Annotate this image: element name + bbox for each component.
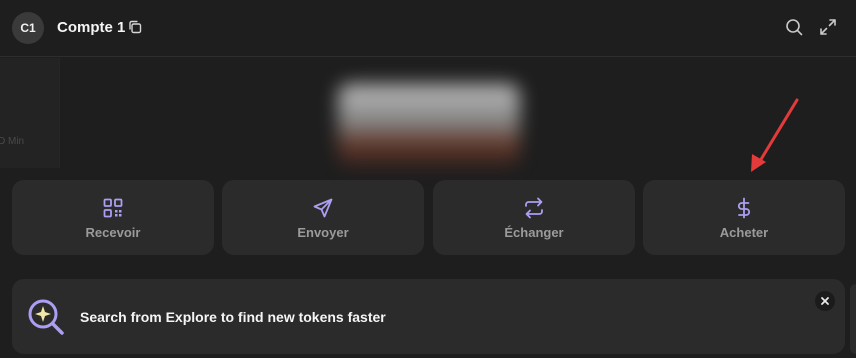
search-icon[interactable]	[785, 18, 803, 36]
buy-label: Acheter	[719, 225, 769, 240]
next-card-edge	[850, 284, 856, 354]
explore-search-icon	[28, 299, 64, 335]
send-label: Envoyer	[297, 225, 349, 240]
side-panel-label: D Min	[0, 136, 25, 147]
header: C1 Compte 1	[0, 0, 856, 57]
side-panel	[0, 58, 60, 168]
account-name[interactable]: Compte 1	[57, 19, 125, 36]
qr-code-icon	[103, 198, 123, 218]
avatar[interactable]: C1	[12, 12, 44, 44]
close-icon	[821, 297, 829, 305]
receive-label: Recevoir	[85, 225, 141, 240]
receive-button[interactable]: Recevoir	[12, 180, 214, 255]
action-bar: Recevoir Envoyer Échanger Acheter	[12, 180, 846, 255]
dollar-icon	[737, 197, 751, 219]
banner-text: Search from Explore to find new tokens f…	[80, 309, 386, 325]
explore-banner[interactable]: Search from Explore to find new tokens f…	[12, 279, 845, 354]
swap-button[interactable]: Échanger	[433, 180, 635, 255]
send-button[interactable]: Envoyer	[222, 180, 424, 255]
swap-icon	[525, 197, 543, 219]
close-banner-button[interactable]	[815, 291, 835, 311]
balance-display-blurred	[338, 84, 520, 166]
swap-label: Échanger	[504, 225, 564, 240]
annotation-arrow-icon	[751, 98, 799, 172]
expand-icon[interactable]	[819, 18, 837, 36]
buy-button[interactable]: Acheter	[643, 180, 845, 255]
send-icon	[313, 198, 333, 218]
copy-icon[interactable]	[128, 20, 142, 34]
